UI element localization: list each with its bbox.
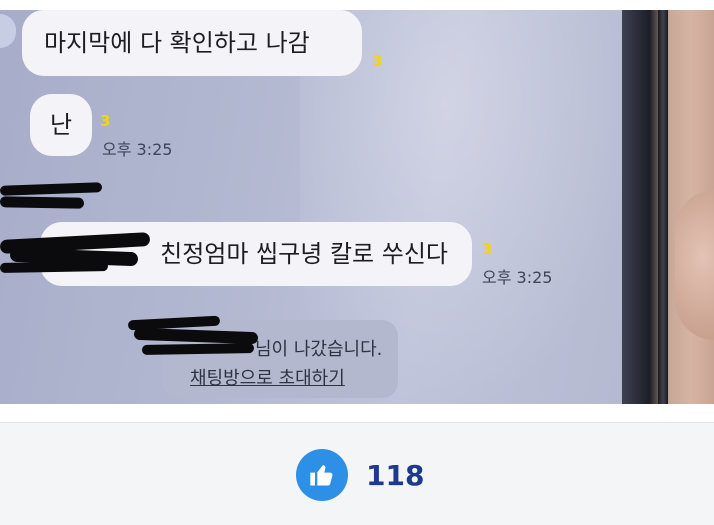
chat-bubble-2: 난	[30, 94, 92, 156]
finger	[675, 190, 714, 340]
chat-bubble-3-text: 친정엄마 씹구녕 칼로 쑤신다	[160, 240, 448, 268]
chat-bubble-1: 마지막에 다 확인하고 나감	[22, 10, 362, 76]
thumbs-up-glyph	[310, 465, 333, 486]
phone-bezel	[658, 10, 668, 404]
redaction-mark	[0, 182, 103, 196]
like-bar: 118	[0, 422, 714, 525]
chat-screenshot-photo: 마지막에 다 확인하고 나감 3 난 3 오후 3:25 친정엄마 씹구녕 칼로…	[0, 0, 714, 404]
timestamp-3: 오후 3:25	[482, 268, 553, 287]
unread-count-1: 3	[372, 52, 383, 70]
redaction-mark	[141, 343, 255, 355]
page: 마지막에 다 확인하고 나감 3 난 3 오후 3:25 친정엄마 씹구녕 칼로…	[0, 0, 714, 525]
invite-to-chat-link[interactable]: 채팅방으로 초대하기	[190, 364, 345, 390]
redaction-mark	[0, 261, 109, 273]
chat-bubble-2-text: 난	[49, 111, 73, 139]
timestamp-2: 오후 3:25	[102, 140, 173, 159]
chat-bubble-1-text: 마지막에 다 확인하고 나감	[44, 29, 310, 57]
sender-avatar	[0, 14, 16, 48]
like-button[interactable]: 118	[296, 449, 424, 501]
like-count: 118	[366, 458, 425, 492]
thumbs-up-icon[interactable]	[296, 449, 348, 501]
unread-count-2: 3	[100, 112, 111, 130]
divider	[0, 404, 714, 422]
system-notice-text: 님이 나갔습니다.	[255, 339, 383, 360]
top-strip	[0, 0, 714, 10]
unread-count-3: 3	[482, 240, 493, 258]
redaction-mark	[0, 196, 85, 209]
